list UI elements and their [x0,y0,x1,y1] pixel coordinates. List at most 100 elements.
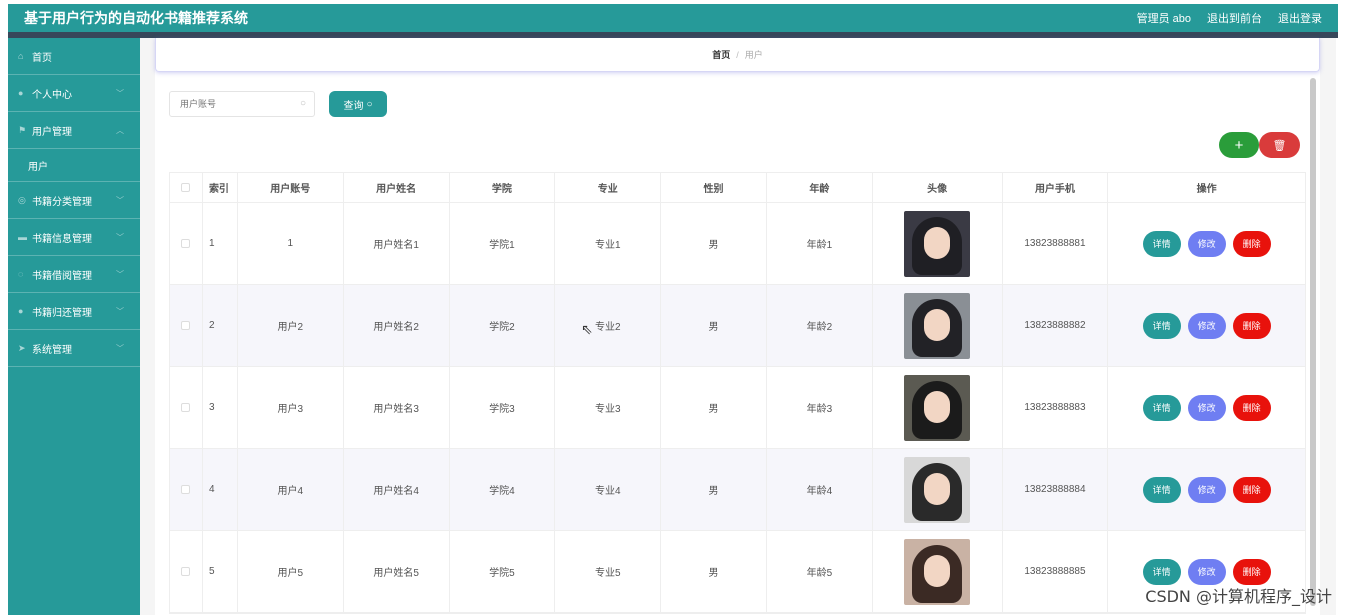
cell-gender: 男 [661,285,767,366]
cell-gender: 男 [661,531,767,612]
sidebar-item-book-return[interactable]: ● 书籍归还管理 ﹀ [8,293,140,330]
avatar[interactable] [904,374,971,441]
breadcrumb-home[interactable]: 首页 [712,48,730,61]
cell-age: 年龄3 [767,367,873,448]
cell-name: 用户姓名2 [344,285,450,366]
home-icon: ⌂ [18,51,24,61]
sidebar-item-label: 书籍分类管理 [32,196,92,208]
add-button[interactable]: + [1219,132,1259,158]
cell-college: 学院2 [450,285,556,366]
cell-age: 年龄2 [767,285,873,366]
content-panel: 首页 / 用户 ○ 查询 ○ + 🗑 索引 用户账号 用户姓名 [155,38,1320,615]
breadcrumb-current: 用户 [744,50,763,60]
search-icon: ○ [299,98,306,109]
cell-college: 学院3 [450,367,556,448]
table-row: 2 用户2 用户姓名2 学院2 专业2 男年龄2 13823888882 详情 修改 删除 [170,285,1305,367]
query-button-label: 查询 [343,100,364,112]
vertical-scrollbar[interactable] [1310,78,1316,606]
detail-button[interactable]: 详情 [1142,394,1181,421]
cell-gender: 男 [661,367,767,448]
sidebar-item-system[interactable]: ➤ 系统管理 ﹀ [8,330,140,367]
edit-button[interactable]: 修改 [1187,230,1226,257]
search-input[interactable] [170,92,290,116]
detail-button[interactable]: 详情 [1142,476,1181,503]
cell-avatar [873,531,1003,612]
cell-index: 4 [203,449,238,530]
cell-index: 5 [203,531,238,612]
column-header: 操作 [1196,184,1217,195]
delete-button[interactable]: 删除 [1232,230,1271,257]
trash-icon: 🗑 [1272,139,1287,152]
column-header: 年龄 [767,173,873,202]
plus-icon: + [1234,136,1244,154]
delete-button[interactable]: 删除 [1232,312,1271,339]
breadcrumb-separator: / [736,49,739,60]
sidebar-subitem-users[interactable]: 用户 [8,149,140,182]
search-box: ○ [169,91,315,117]
sidebar-item-label: 个人中心 [32,89,72,101]
sidebar-item-home[interactable]: ⌂ 首页 [8,38,140,75]
avatar[interactable] [904,538,971,605]
row-checkbox[interactable] [181,485,191,494]
edit-button[interactable]: 修改 [1187,476,1226,503]
cell-college: 学院1 [450,203,556,284]
edit-button[interactable]: 修改 [1187,394,1226,421]
sidebar-item-user-mgmt[interactable]: ⚑ 用户管理 ︿ [8,112,140,149]
detail-button[interactable]: 详情 [1142,312,1181,339]
batch-delete-button[interactable]: 🗑 [1259,132,1300,158]
cell-major: 专业3 [555,367,662,448]
detail-button[interactable]: 详情 [1142,230,1181,257]
avatar[interactable] [904,210,971,277]
chevron-down-icon: ﹀ [116,343,124,353]
row-checkbox[interactable] [181,567,191,576]
sidebar-item-book-category[interactable]: ◎ 书籍分类管理 ﹀ [8,182,140,219]
search-icon: ○ [366,98,373,110]
avatar-face [924,226,951,259]
column-header: 用户手机 [1003,173,1109,202]
column-header: 学院 [450,173,556,202]
edit-button[interactable]: 修改 [1187,312,1226,339]
cell-account: 1 [238,203,344,284]
sidebar-item-profile[interactable]: ● 个人中心 ﹀ [8,75,140,112]
cell-phone: 13823888885 [1003,531,1109,612]
top-navbar: 基于用户行为的自动化书籍推荐系统 管理员 abo 退出到前台 退出登录 [8,4,1338,32]
column-header: 用户姓名 [344,173,450,202]
cell-phone: 13823888882 [1003,285,1109,366]
sidebar-item-book-borrow[interactable]: ◌ 书籍借阅管理 ﹀ [8,256,140,293]
detail-button[interactable]: 详情 [1142,558,1181,585]
edit-button[interactable]: 修改 [1187,558,1226,585]
delete-button[interactable]: 删除 [1232,394,1271,421]
cell-name: 用户姓名3 [344,367,450,448]
cell-avatar [873,449,1003,530]
chevron-down-icon: ﹀ [116,232,124,242]
row-checkbox[interactable] [181,321,191,330]
table-row: 3 用户3 用户姓名3 学院3 专业3 男年龄3 13823888883 详情 修改 删除 [170,367,1305,449]
chevron-up-icon: ︿ [116,125,124,135]
return-icon: ● [18,306,24,316]
delete-button[interactable]: 删除 [1232,558,1271,585]
chevron-down-icon: ﹀ [116,306,124,316]
app-title: 基于用户行为的自动化书籍推荐系统 [24,10,248,26]
delete-button[interactable]: 删除 [1232,476,1271,503]
select-all-checkbox[interactable] [181,183,191,192]
category-icon: ◎ [18,194,26,205]
sidebar-item-book-info[interactable]: ▬ 书籍信息管理 ﹀ [8,219,140,256]
send-icon: ➤ [18,342,26,353]
row-checkbox[interactable] [181,239,191,248]
sidebar-item-label: 书籍信息管理 [32,233,92,245]
avatar[interactable] [904,292,971,359]
cell-index: 2 [203,285,238,366]
flag-icon: ⚑ [18,124,27,135]
row-select-cell [170,531,203,612]
sidebar-item-label: 系统管理 [32,344,72,356]
cell-phone: 13823888883 [1003,367,1109,448]
row-checkbox[interactable] [181,403,191,412]
logout-link[interactable]: 退出登录 [1278,10,1322,26]
to-front-link[interactable]: 退出到前台 [1207,10,1262,26]
column-header: 索引 [203,173,238,202]
query-button[interactable]: 查询 ○ [329,91,387,117]
avatar[interactable] [904,456,971,523]
cell-major: 专业1 [555,203,662,284]
sidebar-item-label: 用户管理 [32,126,72,138]
cell-name: 用户姓名1 [344,203,450,284]
